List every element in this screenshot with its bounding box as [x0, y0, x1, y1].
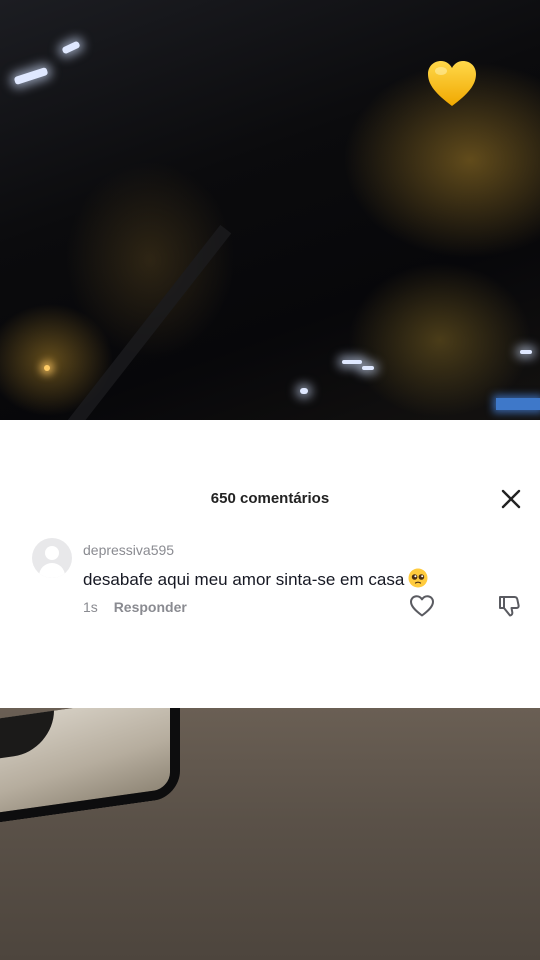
car-side-mirror: [0, 708, 180, 824]
comment-text: desabafe aqui meu amor sinta-se em casa: [83, 570, 405, 589]
street-light: [300, 388, 308, 394]
reply-button[interactable]: Responder: [114, 599, 187, 615]
street-light: [362, 366, 374, 370]
street-light: [342, 360, 362, 364]
comments-panel: 650 comentários depressiva595 desabafe a…: [0, 420, 540, 708]
comment-time: 1s: [83, 599, 98, 615]
thumbs-down-icon[interactable]: [497, 594, 521, 618]
video-frame-bottom[interactable]: [0, 708, 540, 960]
heart-outline-icon[interactable]: [409, 594, 435, 618]
street-light: [13, 66, 49, 86]
comments-count-title: 650 comentários: [210, 490, 330, 507]
avatar-placeholder-head: [45, 546, 59, 560]
avatar-placeholder-body: [39, 563, 65, 578]
street-light: [520, 350, 532, 354]
comment-item: depressiva595 desabafe aqui meu amor sin…: [0, 538, 540, 628]
comment-meta: 1s Responder: [83, 599, 187, 615]
street-light: [61, 40, 81, 55]
car-window-frame: [0, 101, 232, 420]
avatar[interactable]: [32, 538, 72, 578]
yellow-heart-icon: [428, 61, 476, 106]
mirror-shadow: [0, 710, 54, 760]
pleading-face-emoji-icon: [408, 568, 428, 588]
video-frame-top[interactable]: [0, 0, 540, 420]
close-icon[interactable]: [498, 486, 524, 512]
comment-body: desabafe aqui meu amor sinta-se em casa: [83, 568, 428, 590]
building-light: [496, 398, 540, 410]
street-lamp: [44, 365, 50, 371]
comment-username[interactable]: depressiva595: [83, 542, 174, 558]
